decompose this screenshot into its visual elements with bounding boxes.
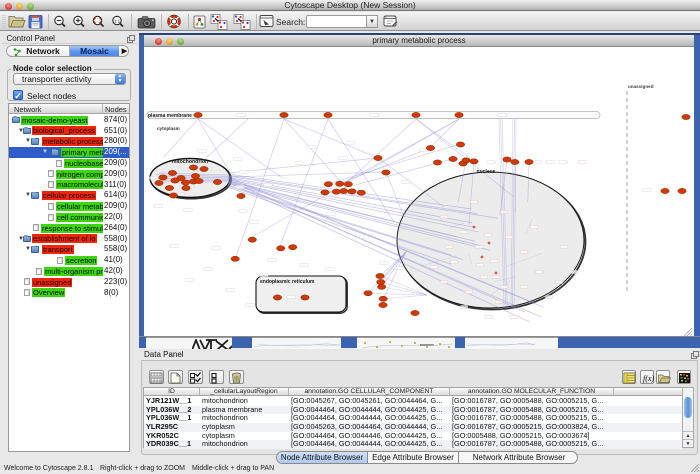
svg-text:1:1: 1:1 [114,18,121,23]
svg-text:unassigned: unassigned [628,84,654,89]
svg-text:plasma membrane: plasma membrane [148,113,192,119]
svg-text:cytoplasm: cytoplasm [157,126,180,131]
svg-text:f(x): f(x) [643,374,654,383]
svg-text:mitochondrion: mitochondrion [172,159,208,165]
svg-text:endoplasmic reticulum: endoplasmic reticulum [260,279,315,285]
svg-text:nucleus: nucleus [477,169,496,175]
